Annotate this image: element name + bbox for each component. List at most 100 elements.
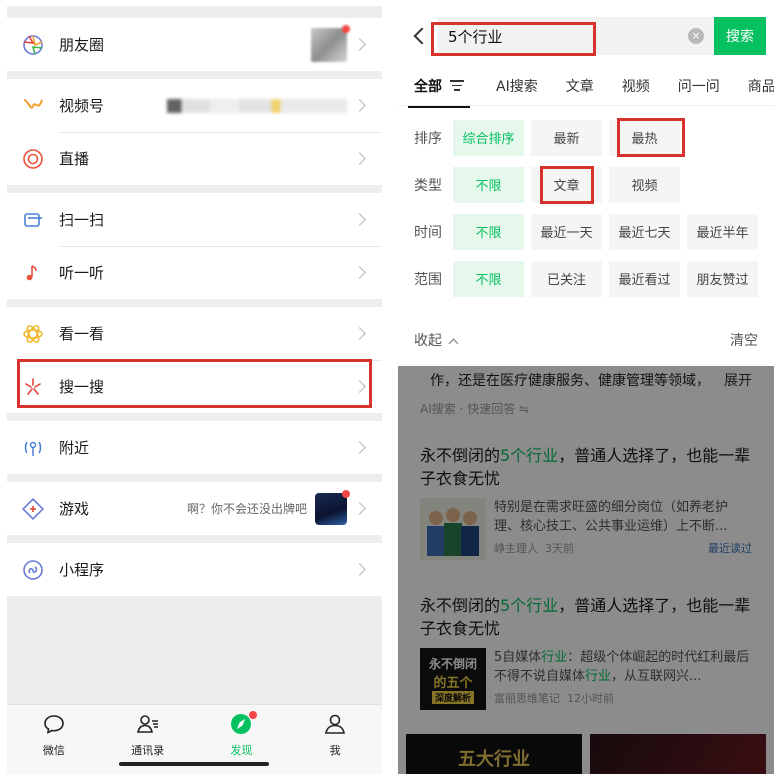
menu-item-label: 扫一扫 [59, 211, 105, 229]
mini-program-icon [21, 558, 45, 582]
filter-option[interactable]: 最近看过 [609, 260, 680, 297]
tab-ask[interactable]: 问一问 [678, 76, 720, 96]
channels-preview-blurred [167, 98, 347, 113]
filter-label: 范围 [414, 271, 442, 288]
filter-option[interactable]: 最近一天 [531, 213, 602, 250]
search-page: 5个行业 × 搜索 全部 AI搜索 文章 视频 问一问 商品 排序 综合排序 最… [398, 6, 774, 774]
filter-row-sort: 排序 综合排序 最新 最热 [398, 114, 774, 161]
collapse-button[interactable]: 收起 [414, 330, 459, 350]
filter-option[interactable]: 不限 [453, 166, 524, 203]
music-note-icon [21, 261, 45, 285]
menu-group: 扫一扫 听一听 [7, 193, 382, 299]
menu-item-label: 附近 [59, 439, 90, 457]
menu-group: 朋友圈 [7, 18, 382, 71]
menu-group: 小程序 [7, 543, 382, 596]
filter-option[interactable]: 朋友赞过 [687, 260, 758, 297]
chevron-right-icon [353, 213, 366, 226]
filter-option[interactable]: 综合排序 [453, 119, 524, 156]
highlight-sort-hot [617, 118, 685, 157]
chevron-right-icon [353, 38, 366, 51]
tab-products[interactable]: 商品 [748, 76, 774, 96]
menu-item-top-stories[interactable]: 看一看 [7, 307, 382, 360]
chevron-right-icon [353, 563, 366, 576]
tab-label: 微信 [42, 744, 65, 757]
highlight-search-query [431, 22, 596, 56]
chevron-right-icon [353, 266, 366, 279]
filter-label: 类型 [414, 177, 442, 194]
search-bar: 5个行业 × 搜索 [398, 6, 774, 66]
menu-item-channels[interactable]: 视频号 [7, 79, 382, 132]
home-indicator [119, 762, 269, 766]
menu-item-label: 看一看 [59, 325, 105, 343]
chevron-up-icon [448, 338, 459, 349]
menu-item-label: 视频号 [59, 97, 105, 115]
collapse-label: 收起 [414, 333, 442, 349]
tab-label: 我 [329, 744, 341, 757]
menu-item-scan[interactable]: 扫一扫 [7, 193, 382, 246]
menu-item-games[interactable]: 游戏 啊？你不会还没出牌吧 [7, 482, 382, 535]
tab-articles[interactable]: 文章 [566, 76, 594, 96]
game-icon [21, 497, 45, 521]
highlight-search-item [17, 359, 372, 408]
highlight-type-article [540, 166, 594, 204]
new-badge-dot [249, 711, 258, 719]
channels-icon [21, 94, 45, 118]
new-badge-dot [342, 24, 350, 33]
menu-item-label: 直播 [59, 150, 90, 168]
filter-option[interactable]: 最新 [531, 119, 602, 156]
contacts-icon [136, 713, 160, 739]
tab-label: 发现 [230, 744, 253, 757]
tab-ai-search[interactable]: AI搜索 [496, 76, 538, 96]
chevron-right-icon [353, 502, 366, 515]
nearby-icon [21, 436, 45, 460]
bottom-tabbar: 微信 通讯录 发现 我 [7, 704, 382, 774]
tab-me[interactable]: 我 [288, 705, 382, 774]
dim-overlay[interactable] [398, 366, 774, 774]
result-tabs: 全部 AI搜索 文章 视频 问一问 商品 [398, 66, 774, 108]
menu-group: 游戏 啊？你不会还没出牌吧 [7, 482, 382, 535]
tab-videos[interactable]: 视频 [622, 76, 650, 96]
menu-item-label: 朋友圈 [59, 36, 105, 54]
chevron-right-icon [353, 152, 366, 165]
filter-label: 排序 [414, 130, 442, 147]
filter-option[interactable]: 最近七天 [609, 213, 680, 250]
filter-label: 时间 [414, 224, 442, 241]
top-stories-icon [21, 322, 45, 346]
chat-bubble-icon [42, 713, 66, 739]
filter-footer: 收起 清空 [398, 314, 774, 366]
back-arrow-icon[interactable] [413, 27, 431, 45]
search-button[interactable]: 搜索 [714, 17, 766, 55]
moments-thumbnail [311, 24, 350, 62]
screenshot-stage: 朋友圈 视频号 直播 扫一扫 听一听 看一看 搜一搜 附近 游戏 啊？你不会还没… [0, 0, 781, 780]
menu-item-nearby[interactable]: 附近 [7, 421, 382, 474]
filter-icon[interactable] [450, 77, 464, 94]
tab-all[interactable]: 全部 [408, 76, 470, 108]
chevron-right-icon [353, 441, 366, 454]
filter-option[interactable]: 最近半年 [687, 213, 758, 250]
menu-item-mini-programs[interactable]: 小程序 [7, 543, 382, 596]
tab-label: 全部 [414, 78, 442, 95]
tab-chats[interactable]: 微信 [7, 705, 101, 774]
filter-option[interactable]: 不限 [453, 260, 524, 297]
menu-group: 附近 [7, 421, 382, 474]
game-promo-text: 啊？你不会还没出牌吧 [186, 502, 307, 516]
moments-icon [21, 33, 45, 57]
filter-option[interactable]: 视频 [609, 166, 680, 203]
menu-item-label: 游戏 [59, 500, 90, 518]
me-person-icon [323, 713, 347, 739]
clear-icon[interactable]: × [688, 28, 704, 44]
menu-item-listen[interactable]: 听一听 [7, 246, 382, 299]
live-icon [21, 147, 45, 171]
menu-item-live[interactable]: 直播 [7, 132, 382, 185]
menu-group: 视频号 直播 [7, 79, 382, 185]
filter-option[interactable]: 不限 [453, 213, 524, 250]
filter-option[interactable]: 已关注 [531, 260, 602, 297]
menu-item-moments[interactable]: 朋友圈 [7, 18, 382, 71]
chevron-right-icon [353, 99, 366, 112]
menu-item-label: 听一听 [59, 264, 105, 282]
clear-filters-button[interactable]: 清空 [730, 330, 758, 350]
menu-item-label: 小程序 [59, 561, 105, 579]
tab-label: 通讯录 [131, 744, 165, 757]
game-thumbnail [315, 489, 350, 525]
discover-page: 朋友圈 视频号 直播 扫一扫 听一听 看一看 搜一搜 附近 游戏 啊？你不会还没… [7, 6, 382, 774]
